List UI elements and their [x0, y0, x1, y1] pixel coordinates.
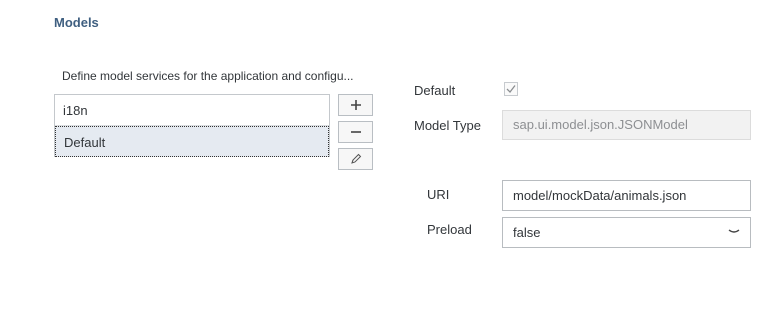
models-description: Define model services for the applicatio… — [62, 69, 354, 83]
model-type-label: Model Type — [414, 118, 481, 133]
preload-value: false — [513, 225, 541, 240]
model-item-default[interactable]: Default — [55, 126, 329, 157]
minus-icon — [350, 131, 361, 133]
model-item-i18n[interactable]: i18n — [55, 95, 329, 126]
default-checkbox[interactable] — [504, 82, 518, 96]
checkmark-icon — [506, 85, 516, 93]
preload-label: Preload — [427, 222, 472, 237]
models-list: i18n Default — [54, 94, 330, 157]
plus-icon — [350, 100, 361, 110]
preload-select[interactable]: false — [502, 217, 751, 248]
pencil-icon — [350, 153, 361, 164]
model-type-field: sap.ui.model.json.JSONModel — [502, 110, 751, 140]
default-label: Default — [414, 83, 456, 98]
edit-model-button[interactable] — [338, 148, 373, 170]
uri-label: URI — [427, 187, 450, 202]
add-model-button[interactable] — [338, 94, 373, 116]
uri-input[interactable]: model/mockData/animals.json — [502, 180, 751, 211]
remove-model-button[interactable] — [338, 121, 373, 143]
chevron-down-icon — [728, 229, 740, 233]
section-title: Models — [54, 15, 99, 30]
